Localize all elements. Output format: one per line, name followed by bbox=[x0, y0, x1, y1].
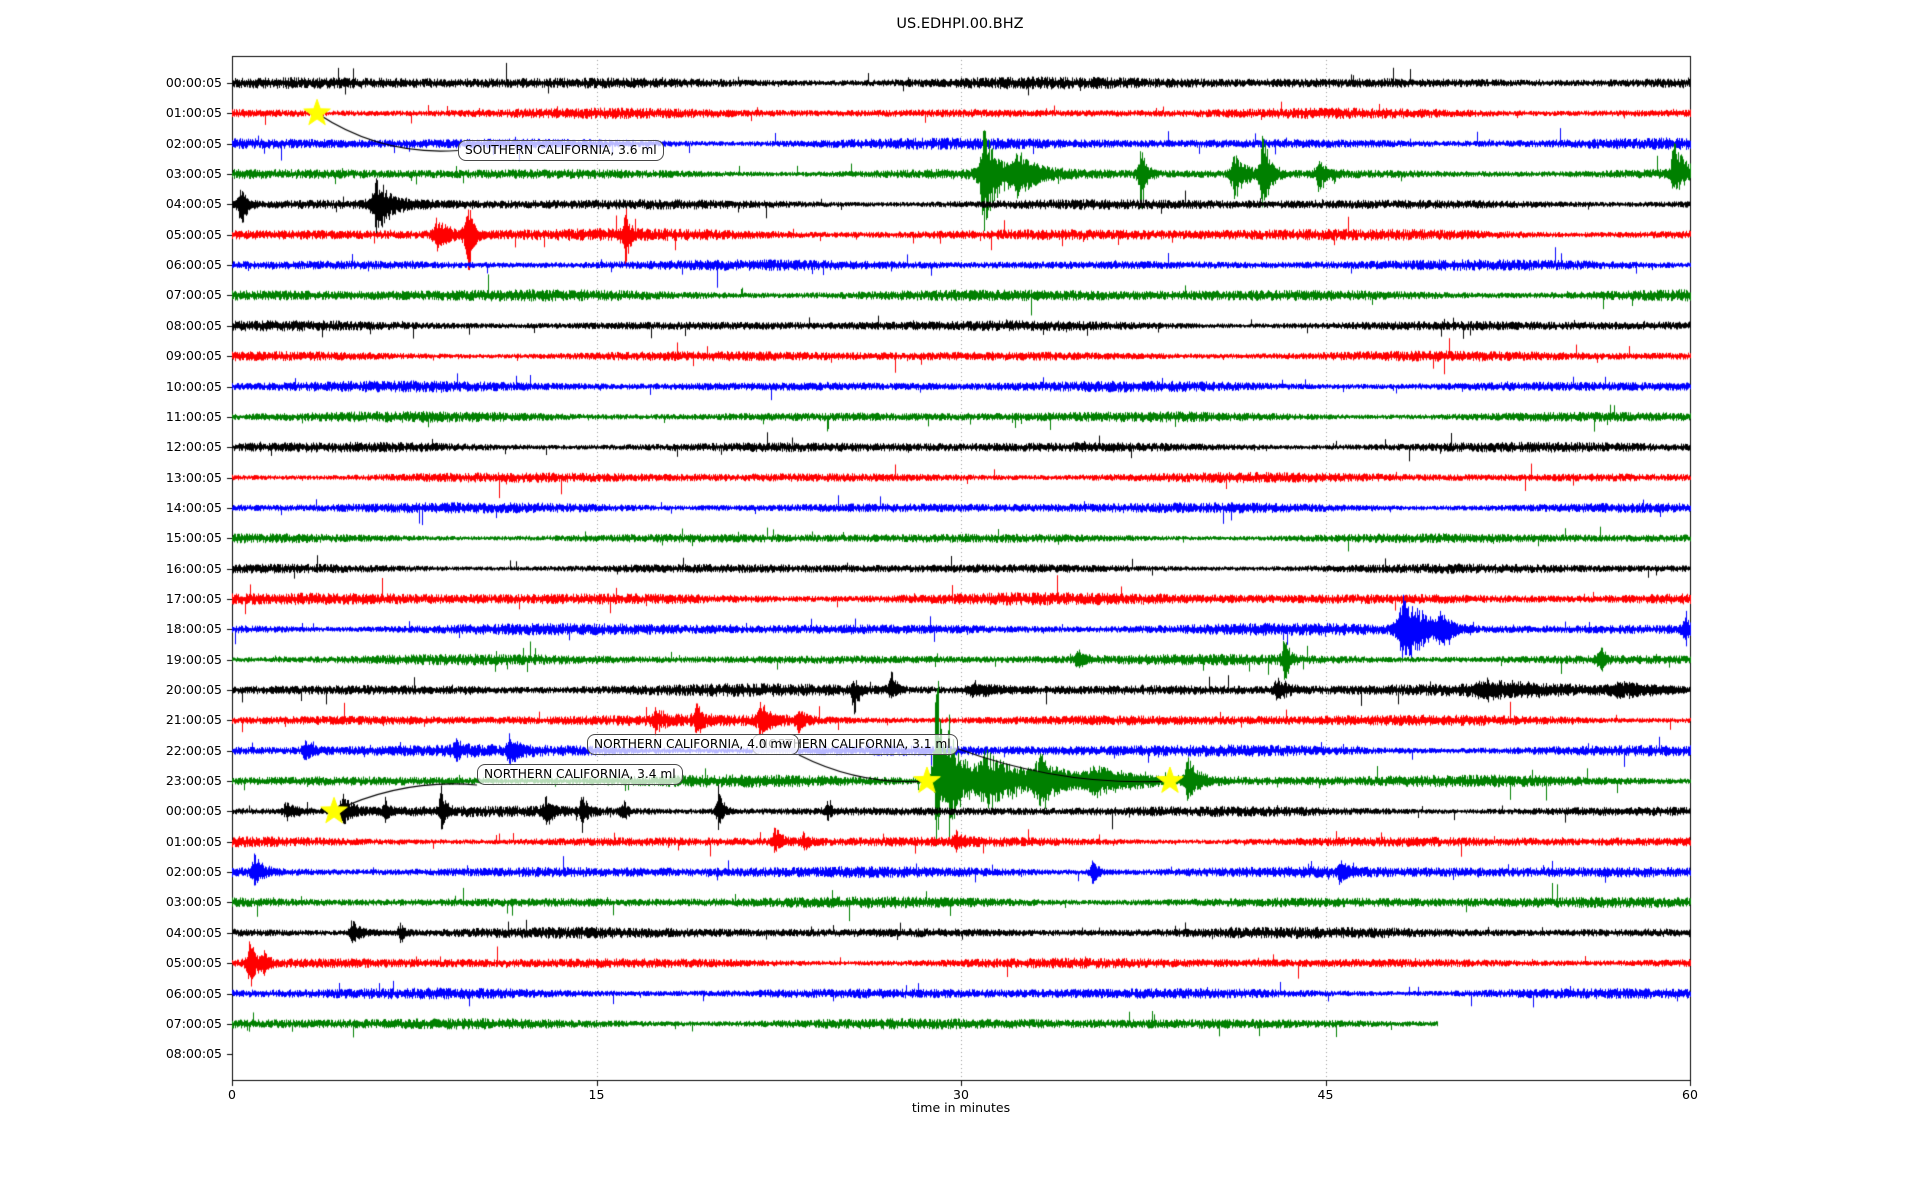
y-tick-label: 03:00:05 bbox=[165, 166, 222, 182]
y-tick-label: 06:00:05 bbox=[165, 257, 222, 273]
y-tick-label: 17:00:05 bbox=[165, 590, 222, 606]
x-tick-label: 0 bbox=[228, 1087, 236, 1102]
y-tick-label: 11:00:05 bbox=[165, 408, 222, 424]
event-annotation-label: SOUTHERN CALIFORNIA, 3.6 ml bbox=[458, 140, 664, 161]
y-tick-label: 05:00:05 bbox=[165, 955, 222, 971]
y-tick-label: 16:00:05 bbox=[165, 560, 222, 576]
x-tick-label: 15 bbox=[588, 1087, 605, 1102]
y-tick-label: 01:00:05 bbox=[165, 105, 222, 121]
y-tick-label: 07:00:05 bbox=[165, 287, 222, 303]
y-tick-label: 05:00:05 bbox=[165, 226, 222, 242]
y-tick-label: 15:00:05 bbox=[165, 530, 222, 546]
y-tick-label: 13:00:05 bbox=[165, 469, 222, 485]
y-tick-label: 18:00:05 bbox=[165, 621, 222, 637]
y-tick-label: 20:00:05 bbox=[165, 682, 222, 697]
y-tick-label: 03:00:05 bbox=[165, 894, 222, 910]
y-tick-label: 22:00:05 bbox=[165, 742, 222, 758]
y-tick-label: 14:00:05 bbox=[165, 499, 222, 515]
y-tick-label: 10:00:05 bbox=[165, 378, 222, 394]
x-tick-label: 60 bbox=[1682, 1087, 1698, 1102]
x-axis-title: time in minutes bbox=[911, 1100, 1011, 1115]
y-tick-label: 00:00:05 bbox=[165, 75, 222, 90]
event-annotation-label: NORTHERN CALIFORNIA, 3.4 ml bbox=[477, 764, 683, 785]
y-tick-label: 01:00:05 bbox=[165, 833, 222, 849]
y-tick-label: 02:00:05 bbox=[165, 135, 222, 151]
y-tick-label: 08:00:05 bbox=[165, 317, 222, 333]
y-tick-label: 21:00:05 bbox=[165, 712, 222, 728]
y-tick-label: 08:00:05 bbox=[165, 1046, 222, 1062]
seismogram-canvas bbox=[0, 0, 1920, 1200]
y-tick-label: 09:00:05 bbox=[165, 348, 222, 364]
y-tick-label: 23:00:05 bbox=[165, 773, 222, 789]
y-tick-label: 12:00:05 bbox=[165, 439, 222, 455]
y-tick-label: 19:00:05 bbox=[165, 651, 222, 667]
event-annotation-label: NORTHERN CALIFORNIA, 4.0 mw bbox=[587, 734, 800, 755]
y-tick-label: 00:00:05 bbox=[165, 803, 222, 819]
helicorder-figure: US.EDHPI.00.BHZ 00:00:05 01:00:05 02:00:05… bbox=[0, 0, 1920, 1200]
y-tick-label: 04:00:05 bbox=[165, 196, 222, 212]
y-tick-label: 02:00:05 bbox=[165, 864, 222, 880]
y-tick-label: 06:00:05 bbox=[165, 985, 222, 1001]
plot-title: US.EDHPI.00.BHZ bbox=[896, 16, 1024, 32]
y-tick-label: 07:00:05 bbox=[165, 1015, 222, 1031]
x-tick-label: 45 bbox=[1317, 1087, 1334, 1102]
y-tick-label: 04:00:05 bbox=[165, 924, 222, 940]
